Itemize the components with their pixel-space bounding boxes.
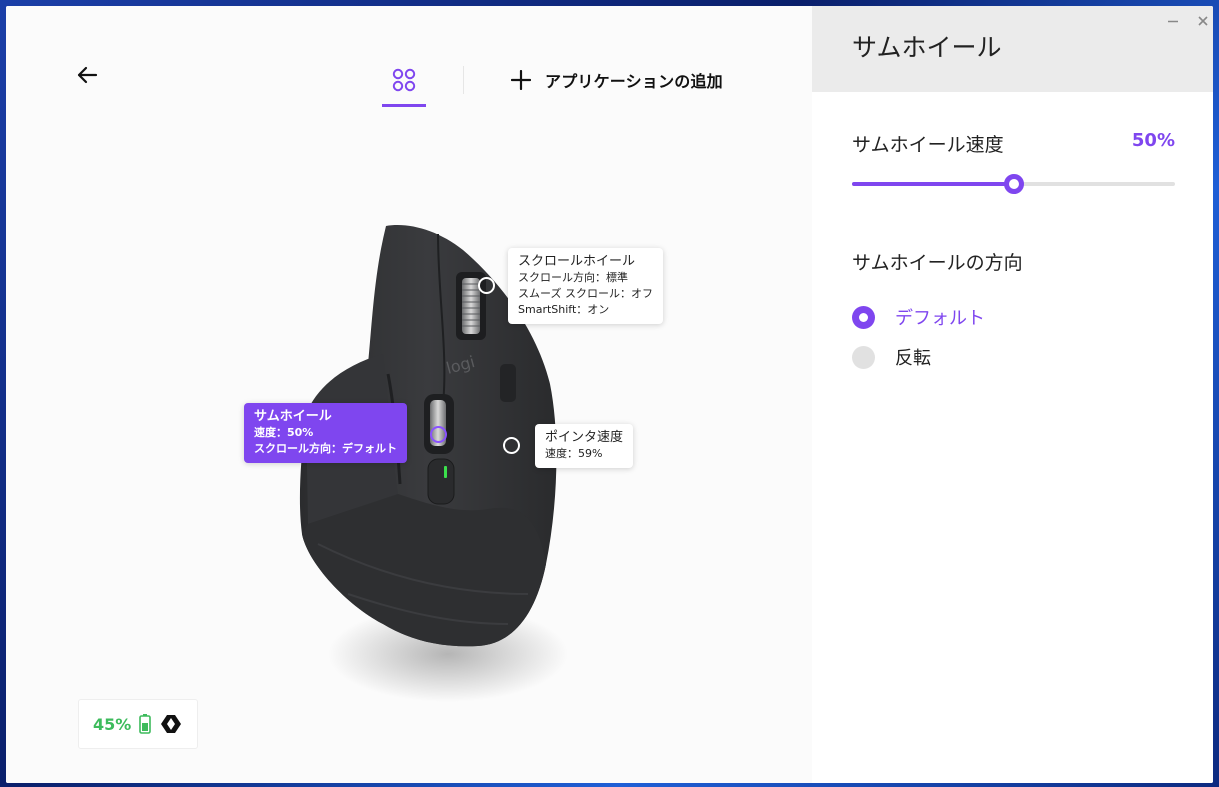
thumb-wheel-speed-value: 50% <box>1131 130 1175 151</box>
four-circles-icon <box>392 68 416 92</box>
thumb-wheel-speed-label: サムホイール速度 <box>852 134 1004 156</box>
minimize-button[interactable] <box>1164 12 1182 30</box>
scroll-wheel-smooth: スムーズ スクロール：オフ <box>518 287 653 300</box>
add-application-button[interactable]: アプリケーションの追加 <box>511 68 723 92</box>
pointer-speed-hotspot[interactable] <box>503 437 520 454</box>
direction-option-default[interactable]: デフォルト <box>852 304 985 330</box>
radio-reverse[interactable] <box>852 345 875 369</box>
pointer-speed-callout-title: ポインタ速度 <box>545 430 624 445</box>
battery-status: 45% <box>78 699 198 749</box>
pointer-speed-callout[interactable]: ポインタ速度 速度：59% <box>535 424 634 468</box>
thumb-wheel-speed-slider[interactable] <box>852 171 1175 197</box>
arrow-left-icon <box>77 66 98 84</box>
minimize-icon <box>1168 20 1178 23</box>
scroll-wheel-callout[interactable]: スクロールホイール スクロール方向：標準 スムーズ スクロール：オフ Smart… <box>508 248 663 324</box>
battery-icon <box>139 714 152 734</box>
device-settings-tab[interactable] <box>390 66 418 94</box>
pointer-speed-value: 速度：59% <box>545 447 603 460</box>
close-button[interactable] <box>1194 12 1212 30</box>
thumb-wheel-hotspot[interactable] <box>430 426 447 443</box>
scroll-wheel-direction: スクロール方向：標準 <box>518 271 628 284</box>
thumb-wheel-direction: スクロール方向：デフォルト <box>254 442 397 455</box>
radio-default-label: デフォルト <box>895 308 985 329</box>
scroll-wheel-hotspot[interactable] <box>478 277 495 294</box>
active-tab-indicator <box>382 104 426 107</box>
scroll-wheel-callout-title: スクロールホイール <box>518 254 636 269</box>
thumb-wheel-speed: 速度：50% <box>254 426 314 439</box>
close-icon <box>1198 16 1208 26</box>
settings-panel: サムホイール サムホイール速度 50% サムホイールの方向 デフォルト 反転 <box>812 6 1213 783</box>
radio-reverse-label: 反転 <box>895 348 931 369</box>
slider-thumb[interactable] <box>1003 174 1024 194</box>
slider-fill <box>852 182 1014 186</box>
device-view: アプリケーションの追加 logi スクロールホイール スクロール方向：標準 スム… <box>6 6 812 783</box>
thumb-wheel-callout-title: サムホイール <box>254 409 332 424</box>
radio-default[interactable] <box>852 305 875 329</box>
battery-percent: 45% <box>93 714 132 734</box>
plus-icon <box>511 70 531 90</box>
panel-title: サムホイール <box>852 33 1002 62</box>
app-window: アプリケーションの追加 logi スクロールホイール スクロール方向：標準 スム… <box>6 6 1213 783</box>
add-application-label: アプリケーションの追加 <box>545 72 723 91</box>
thumb-wheel-direction-label: サムホイールの方向 <box>852 252 1023 274</box>
back-button[interactable] <box>74 62 100 88</box>
panel-header: サムホイール <box>812 6 1213 92</box>
direction-option-reverse[interactable]: 反転 <box>852 344 931 370</box>
thumb-wheel-callout[interactable]: サムホイール 速度：50% スクロール方向：デフォルト <box>244 403 407 463</box>
scroll-wheel-smartshift: SmartShift：オン <box>518 303 610 316</box>
header-divider <box>463 66 464 94</box>
logi-bolt-icon <box>161 715 182 733</box>
